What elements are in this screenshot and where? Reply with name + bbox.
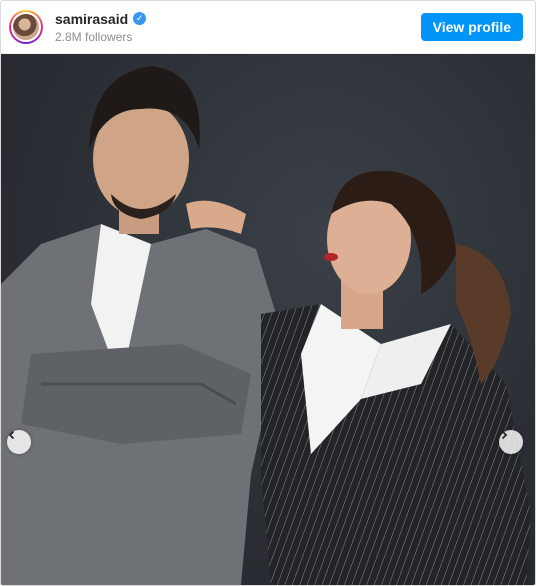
verified-badge-icon: ✓ [133,12,147,25]
avatar-image [11,12,41,42]
followers-count: 2.8M followers [55,29,133,44]
username-link[interactable]: samirasaid [55,11,128,27]
chevron-right-icon [501,430,508,440]
woman-hand [186,200,246,234]
chevron-left-icon [8,430,15,440]
user-info: samirasaid ✓ 2.8M followers [55,11,421,44]
woman-lips [324,253,338,261]
view-profile-button[interactable]: View profile [420,13,523,41]
profile-avatar[interactable] [9,10,43,44]
photo-illustration [1,66,531,585]
instagram-embed-card: samirasaid ✓ 2.8M followers View profile [0,0,536,586]
carousel-prev-button[interactable] [7,430,31,454]
post-photo[interactable] [1,54,535,585]
post-header: samirasaid ✓ 2.8M followers View profile [1,1,535,54]
carousel-next-button[interactable] [499,430,523,454]
username-row: samirasaid ✓ [55,11,421,27]
